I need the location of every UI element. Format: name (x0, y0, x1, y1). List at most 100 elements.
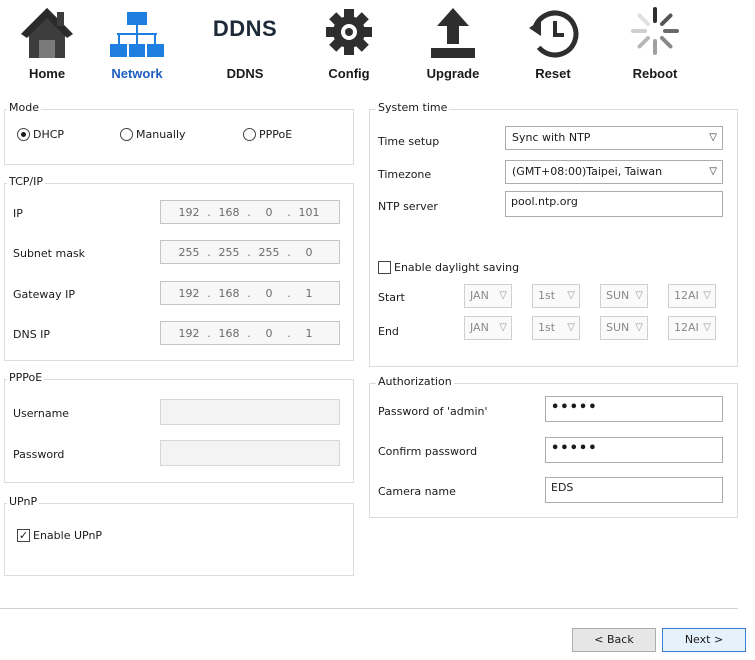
dst-end-day-value: SUN (606, 321, 630, 334)
ip-octet: 101 (298, 205, 320, 219)
radio-dot (243, 128, 256, 141)
ip-octet: 255 (178, 245, 200, 259)
confirm-password-input[interactable]: ••••• (545, 437, 723, 463)
dst-start-week-select[interactable]: 1st ▽ (532, 284, 580, 308)
octet-separator: . (287, 326, 291, 340)
mode-dhcp-radio[interactable]: DHCP (17, 128, 64, 141)
dst-start-hour-select[interactable]: 12AI ▽ (668, 284, 716, 308)
pppoe-title: PPPoE (7, 371, 45, 384)
pppoe-password-label: Password (13, 448, 65, 461)
camera-name-input[interactable]: EDS (545, 477, 723, 503)
octet-separator: . (247, 205, 251, 219)
dst-end-hour-select[interactable]: 12AI ▽ (668, 316, 716, 340)
dst-start-month-select[interactable]: JAN ▽ (464, 284, 512, 308)
ip-octet: 1 (305, 326, 313, 340)
toolbar-upgrade[interactable]: Upgrade (418, 4, 488, 86)
ip-octet: 0 (265, 326, 273, 340)
ip-octet: 1 (305, 286, 313, 300)
chevron-down-icon: ▽ (567, 322, 575, 333)
toolbar-reboot[interactable]: Reboot (620, 4, 690, 86)
chevron-down-icon: ▽ (635, 290, 643, 301)
ip-octet: 168 (218, 326, 240, 340)
next-button[interactable]: Next > (662, 628, 746, 652)
authorization-title: Authorization (376, 375, 454, 388)
chevron-down-icon: ▽ (709, 132, 717, 143)
dst-end-week-select[interactable]: 1st ▽ (532, 316, 580, 340)
time-setup-label: Time setup (378, 135, 440, 148)
timezone-value: (GMT+08:00)Taipei, Taiwan (512, 165, 663, 178)
upload-icon (431, 8, 475, 58)
dst-end-label: End (378, 325, 399, 338)
dst-end-month-value: JAN (470, 321, 489, 334)
chevron-down-icon: ▽ (709, 166, 717, 177)
toolbar-network-label: Network (111, 66, 163, 81)
ip-octet: 255 (258, 245, 280, 259)
admin-password-label: Password of 'admin' (378, 405, 488, 418)
ip-label: IP (13, 207, 23, 220)
dst-end-day-select[interactable]: SUN ▽ (600, 316, 648, 340)
toolbar-reboot-label: Reboot (632, 66, 678, 81)
chevron-down-icon: ▽ (499, 290, 507, 301)
enable-upnp-checkbox[interactable]: ✓ Enable UPnP (17, 529, 102, 542)
dst-start-day-value: SUN (606, 289, 630, 302)
pppoe-password-input[interactable] (160, 440, 340, 466)
mode-pppoe-radio[interactable]: PPPoE (243, 128, 292, 141)
toolbar-home[interactable]: Home (12, 4, 82, 86)
timezone-select[interactable]: (GMT+08:00)Taipei, Taiwan ▽ (505, 160, 723, 184)
radio-dot (120, 128, 133, 141)
octet-separator: . (247, 326, 251, 340)
toolbar-reset[interactable]: Reset (518, 4, 588, 86)
octet-separator: . (207, 245, 211, 259)
chevron-down-icon: ▽ (567, 290, 575, 301)
mode-dhcp-label: DHCP (33, 128, 65, 141)
timezone-label: Timezone (378, 168, 432, 181)
dns-ip-field[interactable]: 192. 168. 0. 1 (160, 321, 340, 345)
chevron-down-icon: ▽ (703, 290, 711, 301)
chevron-down-icon: ▽ (635, 322, 643, 333)
octet-separator: . (247, 286, 251, 300)
toolbar-upgrade-label: Upgrade (426, 66, 480, 81)
ntp-server-input[interactable]: pool.ntp.org (505, 191, 723, 217)
system-time-title: System time (376, 101, 450, 114)
ip-octet: 255 (218, 245, 240, 259)
ip-octet: 0 (265, 286, 273, 300)
enable-upnp-label: Enable UPnP (33, 529, 103, 542)
ip-octet: 192 (178, 286, 200, 300)
dst-start-week-value: 1st (538, 289, 556, 302)
gateway-ip-field[interactable]: 192. 168. 0. 1 (160, 281, 340, 305)
ip-octet: 192 (178, 326, 200, 340)
dst-start-hour-value: 12AI (674, 289, 699, 302)
daylight-saving-label: Enable daylight saving (394, 261, 520, 274)
mode-title: Mode (7, 101, 41, 114)
dst-end-month-select[interactable]: JAN ▽ (464, 316, 512, 340)
mode-manually-radio[interactable]: Manually (120, 128, 186, 141)
gear-icon (326, 9, 372, 55)
pppoe-group (4, 379, 354, 483)
subnet-mask-field[interactable]: 255. 255. 255. 0 (160, 240, 340, 264)
upnp-title: UPnP (7, 495, 40, 508)
admin-password-input[interactable]: ••••• (545, 396, 723, 422)
daylight-saving-checkbox[interactable]: Enable daylight saving (378, 261, 519, 274)
mode-manually-label: Manually (136, 128, 186, 141)
toolbar-network[interactable]: Network (102, 4, 172, 86)
toolbar-config[interactable]: Config (314, 4, 384, 86)
back-button[interactable]: < Back (572, 628, 656, 652)
pppoe-username-input[interactable] (160, 399, 340, 425)
ip-octet: 0 (265, 205, 273, 219)
reboot-spinner-icon (631, 7, 679, 55)
octet-separator: . (247, 245, 251, 259)
ip-field[interactable]: 192. 168. 0. 101 (160, 200, 340, 224)
octet-separator: . (207, 205, 211, 219)
confirm-password-label: Confirm password (378, 445, 478, 458)
network-icon (110, 12, 164, 57)
octet-separator: . (287, 245, 291, 259)
subnet-mask-label: Subnet mask (13, 247, 86, 260)
dst-start-month-value: JAN (470, 289, 489, 302)
home-icon (21, 8, 73, 58)
time-setup-select[interactable]: Sync with NTP ▽ (505, 126, 723, 150)
radio-dot (17, 128, 30, 141)
ip-octet: 192 (178, 205, 200, 219)
toolbar-ddns[interactable]: DDNS DDNS (210, 4, 280, 86)
dst-start-day-select[interactable]: SUN ▽ (600, 284, 648, 308)
toolbar-reset-label: Reset (535, 66, 571, 81)
